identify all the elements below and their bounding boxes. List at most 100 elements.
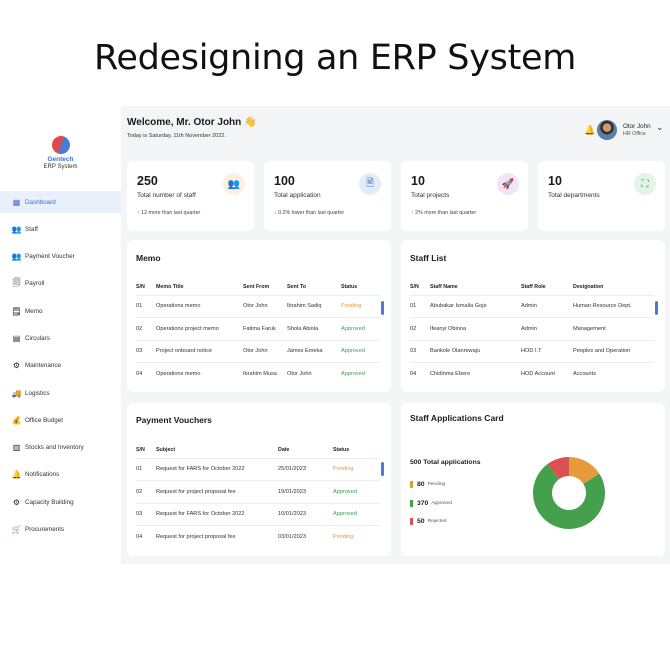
- table-row[interactable]: 02 Request for project proposal fee 19/01/…: [136, 480, 380, 503]
- staff-scrollbar[interactable]: [655, 301, 658, 315]
- table-cell: 01: [136, 457, 156, 481]
- current-date: Today is Saturday, 11th November 2022.: [127, 133, 226, 139]
- sidebar-item-memo[interactable]: 🗒 Memo: [0, 300, 121, 322]
- rocket-icon: 🚀: [497, 173, 519, 195]
- legend-swatch: [410, 518, 413, 525]
- notification-bell-icon[interactable]: 🔔: [584, 125, 595, 136]
- table-cell: Approved: [341, 362, 380, 385]
- column-header[interactable]: Date: [278, 442, 333, 458]
- staff-icon: 👥: [223, 173, 245, 195]
- stat-trend-text: 0.2% lower than last quarter: [278, 210, 345, 216]
- sidebar-item-capacity-building[interactable]: ⚙ Capacity Building: [0, 491, 121, 513]
- column-header[interactable]: S/N: [410, 279, 430, 295]
- table-row[interactable]: 03 Project onboard notice Otor John James E…: [136, 339, 380, 363]
- table-row[interactable]: 03 Request for FARS for October 2022 10/01…: [136, 502, 380, 526]
- chevron-down-icon[interactable]: ⌄: [656, 122, 664, 133]
- column-header[interactable]: Sent From: [243, 279, 287, 295]
- column-header[interactable]: Designation: [573, 279, 654, 295]
- inventory-icon: ▥: [12, 443, 21, 453]
- stat-trend-text: 2% more than last quarter: [415, 210, 477, 216]
- hero-title: Redesigning an ERP System: [93, 38, 577, 78]
- table-cell: Otor John: [287, 362, 341, 385]
- memo-scrollbar[interactable]: [381, 301, 384, 315]
- table-cell: Request for FARS for October 2022: [156, 457, 278, 481]
- brand-logo[interactable]: Gentech ERP System: [0, 133, 121, 170]
- table-row[interactable]: 01 Operations memo Otor John Ibrahim Sadiq P…: [136, 294, 380, 318]
- table-row[interactable]: 01 Request for FARS for October 2022 25/01…: [136, 457, 380, 481]
- table-row[interactable]: 04 Operations memo Ibrahim Musa Otor John Ap…: [136, 362, 380, 385]
- sidebar-item-label: Circulars: [25, 334, 50, 342]
- sidebar-item-label: Notifications: [25, 471, 60, 479]
- applications-donut-chart: [533, 457, 605, 529]
- legend-label: Pending: [427, 482, 446, 487]
- column-header[interactable]: Subject: [156, 442, 278, 458]
- memo-icon: 🗒: [11, 306, 22, 316]
- legend-item: 50 Rejected: [410, 518, 447, 525]
- sidebar-item-dashboard[interactable]: ▦ Dashboard: [0, 191, 121, 213]
- stat-card[interactable]: 10 Total projects ↑ 2% more than last quar…: [401, 161, 528, 231]
- memo-title: Memo: [136, 253, 161, 263]
- column-header[interactable]: Sent To: [287, 279, 341, 295]
- table-cell: 03: [410, 339, 430, 363]
- table-cell: Approved: [341, 339, 380, 363]
- stat-value: 100: [274, 174, 295, 188]
- sidebar-item-staff[interactable]: 👥 Staff: [0, 218, 121, 240]
- table-cell: Fatima Faruk: [243, 317, 287, 340]
- maintenance-icon: ⚙: [12, 361, 21, 371]
- sidebar-item-procurements[interactable]: 🛒 Procurements: [0, 519, 121, 541]
- sidebar-item-logistics[interactable]: 🚚 Logistics: [0, 382, 121, 404]
- stat-card[interactable]: 250 Total number of staff ↑ 12 more than l…: [127, 161, 254, 231]
- sidebar-item-label: Payment Voucher: [25, 253, 75, 261]
- table-row[interactable]: 01 Abubakar Ismaila Goje Admin Human Resour…: [410, 294, 654, 318]
- table-cell: Chidinma Ebere: [430, 362, 521, 385]
- column-header[interactable]: Staff Name: [430, 279, 521, 295]
- sidebar-item-label: Payroll: [25, 280, 45, 288]
- table-row[interactable]: 02 Operations project memo Fatima Faruk Sho…: [136, 317, 380, 340]
- table-header-row: S/N Staff Name Staff Role Designation: [410, 279, 654, 295]
- legend-label: Rejected: [427, 519, 447, 524]
- stat-card[interactable]: 100 Total application ↓ 0.2% lower than la…: [264, 161, 391, 231]
- sidebar-item-payment-voucher[interactable]: 👥 Payment Voucher: [0, 246, 121, 268]
- table-row[interactable]: 02 Ifeanyi Obinna Admin Management: [410, 317, 654, 340]
- column-header[interactable]: Status: [333, 442, 380, 458]
- stat-trend: ↓ 0.2% lower than last quarter: [274, 210, 345, 216]
- legend-swatch: [410, 500, 413, 507]
- sidebar-item-stocks-and-inventory[interactable]: ▥ Stocks and Inventory: [0, 437, 121, 459]
- table-header-row: S/N Subject Date Status: [136, 442, 380, 458]
- column-header[interactable]: Memo Title: [156, 279, 243, 295]
- table-row[interactable]: 03 Bankole Olanrewaju HOD I.T Peoples and O…: [410, 339, 654, 363]
- column-header[interactable]: Status: [341, 279, 380, 295]
- applications-total: 500 Total applications: [410, 459, 481, 466]
- column-header[interactable]: S/N: [136, 279, 156, 295]
- applications-title: Staff Applications Card: [410, 413, 504, 423]
- table-cell: 04: [136, 525, 156, 548]
- column-header[interactable]: S/N: [136, 442, 156, 458]
- memo-card: Memo S/N Memo Title Sent From Sent To Status…: [127, 240, 391, 392]
- table-row[interactable]: 04 Request for project proposal fee 03/01/…: [136, 525, 380, 548]
- payroll-icon: 🗐: [12, 277, 21, 287]
- sidebar-item-office-budget[interactable]: 💰 Office Budget: [0, 409, 121, 431]
- table-cell: 10/01/2023: [278, 502, 333, 526]
- vouchers-scrollbar[interactable]: [381, 462, 384, 476]
- legend-item: 370 Approved: [410, 500, 452, 507]
- dashboard-icon: ▦: [12, 197, 21, 207]
- sidebar-item-payroll[interactable]: 🗐 Payroll: [0, 273, 121, 295]
- sidebar-item-circulars[interactable]: ▤ Circulars: [0, 327, 121, 349]
- stat-label: Total projects: [411, 192, 450, 199]
- capacity-icon: ⚙: [12, 497, 21, 507]
- column-header[interactable]: Staff Role: [521, 279, 573, 295]
- table-cell: Admin: [521, 317, 573, 340]
- legend-count: 370: [417, 500, 429, 507]
- sidebar-item-maintenance[interactable]: ⚙ Maintenance: [0, 355, 121, 377]
- sidebar-item-notifications[interactable]: 🔔 Notifications: [0, 464, 121, 486]
- table-cell: James Emeka: [287, 339, 341, 363]
- table-cell: 01: [136, 294, 156, 318]
- table-header-row: S/N Memo Title Sent From Sent To Status: [136, 279, 380, 295]
- avatar[interactable]: [597, 120, 617, 140]
- stat-card[interactable]: 10 Total departments ⛶: [538, 161, 665, 231]
- stat-value: 250: [137, 174, 158, 188]
- table-row[interactable]: 04 Chidinma Ebere HOD Account Accounts: [410, 362, 654, 385]
- user-role: HR Office: [623, 131, 646, 137]
- sidebar-item-label: Logistics: [25, 389, 50, 397]
- memo-table: S/N Memo Title Sent From Sent To Status 01 Ope…: [136, 279, 380, 385]
